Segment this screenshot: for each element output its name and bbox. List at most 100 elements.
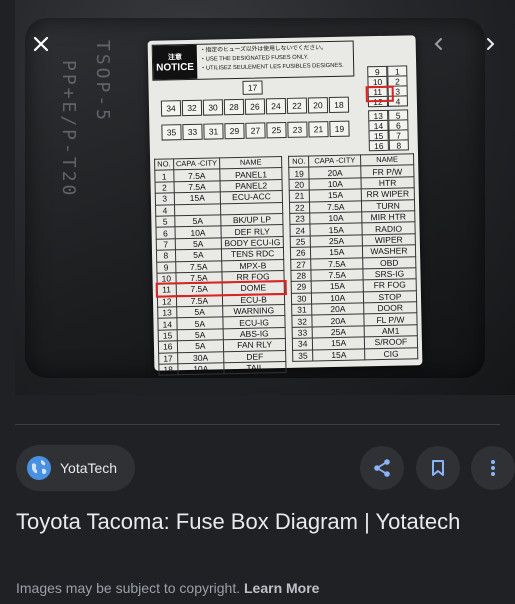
fuse-table-cell: 32: [291, 315, 313, 328]
fuse-table-cell: 13: [157, 306, 177, 319]
fuse-slot: 33: [182, 123, 203, 141]
fuse-table-cell: 7.5A: [175, 260, 223, 273]
fuse-table-cell: BODY ECU-IG: [221, 236, 284, 249]
fuse-table-cell: CIG: [364, 347, 418, 360]
fuse-table-cell: 15: [158, 329, 177, 342]
fuse-table-cell: RR WIPER: [361, 187, 415, 201]
fuse-table-cell: 4: [155, 204, 175, 217]
share-button[interactable]: [360, 446, 404, 490]
fuse-table-cell: 7.5A: [175, 294, 223, 307]
fuse-table-cell: 1: [154, 170, 174, 182]
fuse-table-cell: 20: [289, 178, 310, 191]
fuse-table-cell: 7.5A: [175, 271, 223, 285]
fuse-table-cell: TAIL: [224, 361, 287, 375]
previous-image-button[interactable]: [421, 26, 457, 62]
fuse-table-cell: 7.5A: [173, 180, 221, 193]
fuse-table-right: NO. CAPA -CITY NAME 19 20A FR P/W 20 10A HTR 2…: [288, 153, 418, 362]
notice-box: 注意 NOTICE ・指定のヒューズ以外は使用しないでください。 ・USE TH…: [151, 40, 355, 81]
fuse-table-cell: 5A: [174, 214, 222, 228]
fuse-slot: 31: [203, 123, 224, 140]
fuse-table-cell: 5A: [176, 328, 224, 342]
fuse-table-cell: 12: [157, 295, 177, 308]
fuse-slot: 22: [286, 97, 308, 114]
fuse-table-left: NO. CAPA -CITY NAME 1 7.5A PANEL1 2 7.5A PANE…: [154, 156, 287, 376]
share-icon: [374, 459, 390, 477]
molded-text-2: TSOP-5: [92, 40, 113, 124]
fuse-table-cell: 35: [292, 349, 314, 362]
fuse-table-cell: 15A: [173, 192, 221, 205]
bookmark-icon: [432, 460, 444, 476]
fuse-table-cell: 34: [292, 338, 314, 351]
fuse-table-cell: 5A: [176, 317, 224, 330]
fuse-slot: 28: [223, 98, 245, 116]
more-options-button[interactable]: [471, 446, 515, 490]
learn-more-link[interactable]: Learn More: [244, 580, 319, 596]
fuse-table-cell: 5A: [174, 237, 222, 250]
fuse-table-cell: 6: [155, 227, 175, 239]
fuse-table-cell: 31: [291, 304, 313, 316]
fuse-slot: 20: [307, 97, 329, 114]
fuse-table-cell: 10A: [177, 362, 225, 376]
fuse-slot: 26: [244, 98, 266, 115]
result-title-link[interactable]: Toyota Tacoma: Fuse Box Diagram | Yotate…: [16, 505, 486, 538]
fuse-slot: 29: [224, 122, 245, 140]
fuse-slot: 18: [328, 96, 350, 114]
highlight-box-fuse-11: [365, 85, 394, 103]
fuse-table-cell: 19: [288, 167, 310, 180]
copyright-text: Images may be subject to copyright.: [16, 580, 241, 596]
col-header: CAPA -CITY: [173, 157, 220, 171]
fuse-table-cell: 3: [155, 192, 175, 205]
fuse-table-cell: 22: [289, 201, 311, 214]
save-button[interactable]: [416, 446, 460, 490]
source-chip[interactable]: YotaTech: [16, 445, 135, 491]
col-header: NO.: [154, 158, 174, 171]
fuse-slot: 23: [287, 121, 308, 138]
fuse-slot: 8: [388, 139, 409, 151]
fuse-table-cell: 5: [155, 215, 175, 228]
fuse-table-cell: 21: [289, 190, 310, 202]
fuse-table-cell: 9: [156, 261, 176, 274]
fuse-table-cell: TENS RDC: [221, 247, 284, 261]
fuse-table-cell: 5A: [176, 305, 224, 319]
fuse-table-cell: 10: [156, 272, 176, 285]
fuse-table-cell: 8: [156, 249, 176, 262]
source-name: YotaTech: [60, 460, 118, 476]
fuse-table-cell: 29: [291, 281, 312, 294]
fuse-table-row: 18 10A TAIL: [158, 361, 287, 376]
fuse-table-row: 35 15A CIG: [292, 347, 418, 362]
fuse-table-cell: 25: [290, 235, 311, 248]
fuse-slot: 34: [160, 100, 182, 117]
fuse-table-cell: 33: [292, 326, 313, 339]
fuse-slot: 21: [308, 121, 329, 138]
fuse-table-cell: 11: [157, 284, 176, 296]
fuse-slot: 30: [202, 99, 224, 116]
fuse-slot: 24: [265, 97, 287, 115]
fuse-slot: 35: [161, 124, 182, 141]
notice-line-3: ・UTILISEZ SEULEMENT LES FUSIBLES DESIGNE…: [200, 62, 344, 72]
copyright-notice: Images may be subject to copyright. Lear…: [16, 580, 319, 596]
fuse-table-cell: 30: [291, 292, 313, 305]
fuse-slot-17: 17: [242, 80, 263, 95]
chevron-left-icon: [434, 38, 442, 50]
close-button[interactable]: [23, 26, 59, 62]
fuse-label-sticker: 注意 NOTICE ・指定のヒューズ以外は使用しないでください。 ・USE TH…: [147, 35, 423, 376]
fuse-table-cell: 28: [290, 269, 312, 282]
fuse-slot: 25: [266, 121, 287, 139]
col-header: CAPA -CITY: [308, 154, 361, 168]
fuse-table-cell: 14: [157, 318, 177, 331]
fuse-table-cell: 16: [158, 341, 178, 353]
fuse-table-cell: 26: [290, 247, 312, 259]
fuse-table-cell: [174, 203, 221, 216]
next-image-button[interactable]: [472, 26, 508, 62]
fuse-table-cell: 15A: [313, 348, 365, 361]
fuse-table-cell: 17: [158, 352, 178, 365]
more-vert-icon: [491, 460, 495, 476]
fuse-table-cell: 7.5A: [173, 169, 221, 182]
divider: [15, 424, 500, 425]
fuse-table-cell: 27: [290, 258, 312, 271]
notice-tag-jp: 注意: [167, 53, 182, 61]
col-header: NO.: [288, 155, 310, 168]
globe-icon: [27, 456, 51, 480]
close-icon: [33, 36, 49, 52]
fuse-table-cell: 2: [155, 181, 174, 194]
